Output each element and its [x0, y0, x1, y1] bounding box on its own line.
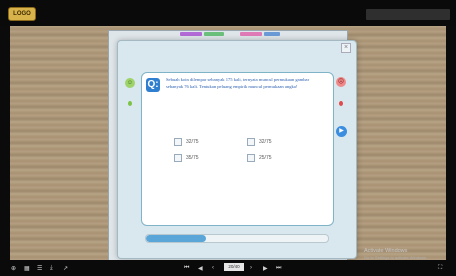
option-a[interactable]: 32/75 — [174, 138, 199, 146]
app-logo[interactable]: LOGO — [8, 7, 36, 21]
top-search-bar[interactable] — [366, 9, 450, 20]
next-double-icon[interactable]: ▶ — [263, 265, 268, 272]
option-d[interactable]: 25/75 — [247, 154, 272, 162]
happy-face-icon: ☺ — [125, 78, 135, 88]
download-icon[interactable]: ⤓ — [50, 265, 53, 272]
question-text: Sebuah koin dilempar sebanyak 175 kali, … — [166, 77, 310, 89]
prev-single-icon[interactable]: ‹ — [212, 265, 214, 271]
question-badge: Q: — [146, 78, 160, 92]
list-icon[interactable]: ☰ — [37, 265, 42, 272]
wrong-indicator-dot — [339, 101, 343, 106]
option-c[interactable]: 35/75 — [174, 154, 199, 162]
question-card — [141, 72, 334, 226]
zoom-icon[interactable]: ⊕ — [11, 265, 16, 272]
option-b[interactable]: 32/75 — [247, 138, 272, 146]
correct-indicator-dot — [128, 101, 132, 106]
option-label: 35/75 — [186, 155, 199, 161]
progress-fill — [146, 235, 207, 242]
page-indicator[interactable]: 20/40 — [224, 263, 244, 271]
option-checkbox[interactable] — [174, 138, 182, 146]
next-arrow-icon[interactable]: ▶ — [336, 126, 347, 137]
grid-icon[interactable]: ▦ — [24, 265, 30, 272]
option-label: 32/75 — [259, 139, 272, 145]
activate-windows-subtitle: Go to Settings to activate Windows. — [364, 255, 428, 260]
last-page-icon[interactable]: ⏭ — [276, 265, 281, 272]
book-tabs — [180, 30, 280, 38]
first-page-icon[interactable]: ⏮ — [184, 265, 189, 272]
next-page-icon[interactable]: › — [250, 265, 252, 271]
option-label: 25/75 — [259, 155, 272, 161]
prev-page-icon[interactable]: ◀ — [198, 265, 203, 272]
sad-face-icon: ☹ — [336, 77, 346, 87]
option-checkbox[interactable] — [247, 138, 255, 146]
option-checkbox[interactable] — [174, 154, 182, 162]
option-checkbox[interactable] — [247, 154, 255, 162]
close-button[interactable]: × — [341, 43, 351, 53]
activate-windows-title: Activate Windows — [364, 248, 408, 254]
quiz-progress-bar — [145, 234, 329, 243]
option-label: 32/75 — [186, 139, 199, 145]
share-icon[interactable]: ↗ — [63, 265, 68, 272]
fullscreen-icon[interactable]: ⛶ — [438, 265, 442, 272]
